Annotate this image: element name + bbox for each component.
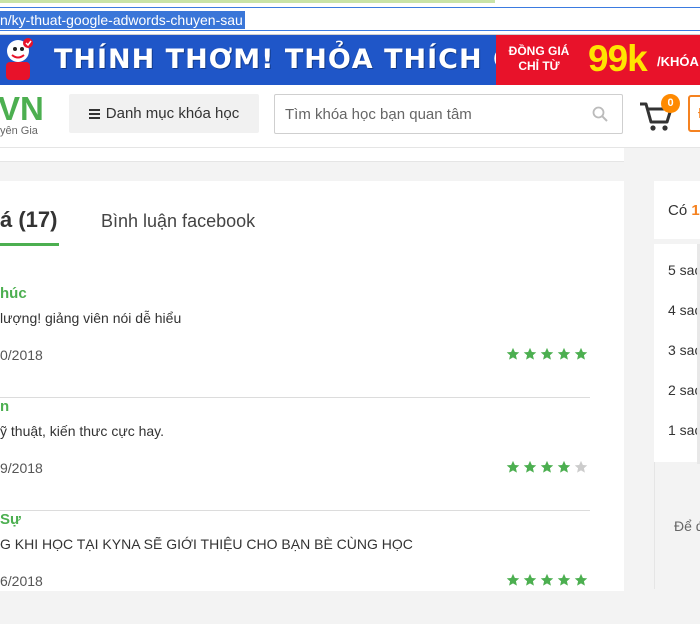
site-logo[interactable]: VN bbox=[0, 90, 44, 128]
star-filled-icon bbox=[540, 460, 554, 473]
tab-reviews[interactable]: á (17) bbox=[0, 207, 57, 233]
star-filled-icon bbox=[523, 573, 537, 586]
review-date: 9/2018 bbox=[0, 460, 43, 476]
promo-caption: ĐỒNG GIÁ CHỈ TỪ bbox=[504, 44, 574, 74]
review-prompt-box: Để đ bbox=[654, 462, 700, 589]
site-logo-tagline: yên Gia bbox=[0, 125, 38, 137]
review-text: ỹ thuật, kiến thưc cực hay. bbox=[0, 423, 165, 439]
star-filled-icon bbox=[574, 573, 588, 586]
site-header: VN yên Gia Danh mục khóa học 0 Đ bbox=[0, 85, 700, 148]
tab-facebook-comments[interactable]: Bình luận facebook bbox=[101, 211, 255, 232]
search-box[interactable] bbox=[274, 94, 623, 134]
review-prompt-text: Để đ bbox=[674, 518, 700, 534]
review-text: lượng! giảng viên nói dễ hiểu bbox=[0, 310, 182, 326]
rating-summary-text: Có 1 bbox=[668, 202, 700, 219]
star-filled-icon bbox=[523, 460, 537, 473]
active-tab-indicator bbox=[0, 243, 59, 246]
search-icon[interactable] bbox=[592, 106, 608, 122]
promo-price: 99k bbox=[588, 38, 648, 79]
rating-row-2[interactable]: 2 sao bbox=[668, 382, 700, 398]
summary-prefix: Có bbox=[668, 202, 692, 219]
rating-row-5[interactable]: 5 sao bbox=[668, 262, 700, 278]
rating-stars bbox=[506, 347, 588, 361]
course-category-label: Danh mục khóa học bbox=[105, 105, 240, 122]
reviews-tabs: á (17) Bình luận facebook bbox=[0, 181, 624, 247]
rating-row-3[interactable]: 3 sao bbox=[668, 342, 700, 358]
star-filled-icon bbox=[523, 347, 537, 360]
star-filled-icon bbox=[557, 460, 571, 473]
promo-unit: /KHÓA bbox=[657, 54, 699, 69]
star-filled-icon bbox=[574, 347, 588, 360]
reviewer-name: Sự bbox=[0, 511, 21, 528]
star-filled-icon bbox=[557, 573, 571, 586]
review-date: 0/2018 bbox=[0, 347, 43, 363]
cart-count-badge: 0 bbox=[661, 94, 680, 113]
search-input[interactable] bbox=[285, 104, 585, 124]
header-shadow-strip bbox=[0, 148, 624, 162]
star-empty-icon bbox=[574, 460, 588, 473]
star-filled-icon bbox=[506, 347, 520, 360]
rating-summary: Có 1 bbox=[654, 181, 700, 239]
star-filled-icon bbox=[557, 347, 571, 360]
reviewer-name: n bbox=[0, 398, 10, 415]
reviewer-name: húc bbox=[0, 285, 27, 302]
reviews-panel: á (17) Bình luận facebook húc lượng! giả… bbox=[0, 181, 624, 591]
course-category-button[interactable]: Danh mục khóa học bbox=[69, 94, 259, 133]
star-filled-icon bbox=[506, 460, 520, 473]
promo-line-1: ĐỒNG GIÁ bbox=[508, 44, 570, 58]
review-item: n ỹ thuật, kiến thưc cực hay. 9/2018 bbox=[0, 398, 590, 511]
mascot-illustration bbox=[0, 35, 40, 85]
rating-row-4[interactable]: 4 sao bbox=[668, 302, 700, 318]
menu-icon bbox=[88, 108, 100, 119]
review-date: 6/2018 bbox=[0, 573, 43, 589]
review-item: Sự G KHI HỌC TẠI KYNA SẼ GIỚI THIỆU CHO … bbox=[0, 511, 590, 624]
rating-stars bbox=[506, 460, 588, 474]
promo-banner[interactable]: THÍNH THƠM! THỎA THÍCH CHỌN ĐỒNG GIÁ CHỈ… bbox=[0, 35, 700, 85]
rating-breakdown: 5 sao 4 sao 3 sao 2 sao 1 sao bbox=[654, 244, 700, 462]
url-field[interactable]: n/ky-thuat-google-adwords-chuyen-sau bbox=[0, 7, 700, 31]
url-text-selected[interactable]: n/ky-thuat-google-adwords-chuyen-sau bbox=[0, 11, 245, 29]
star-filled-icon bbox=[540, 573, 554, 586]
promo-line-2: CHỈ TỪ bbox=[518, 59, 560, 73]
browser-address-bar: n/ky-thuat-google-adwords-chuyen-sau bbox=[0, 0, 700, 35]
review-text: G KHI HỌC TẠI KYNA SẼ GIỚI THIỆU CHO BẠN… bbox=[0, 536, 413, 552]
summary-count: 1 bbox=[691, 202, 700, 219]
login-button[interactable]: Đ bbox=[688, 95, 700, 132]
review-item: húc lượng! giảng viên nói dễ hiểu 0/2018 bbox=[0, 285, 590, 398]
rating-row-1[interactable]: 1 sao bbox=[668, 422, 700, 438]
tab-strip-accent bbox=[0, 0, 495, 3]
rating-stars bbox=[506, 573, 588, 587]
star-filled-icon bbox=[540, 347, 554, 360]
star-filled-icon bbox=[506, 573, 520, 586]
banner-price-badge: ĐỒNG GIÁ CHỈ TỪ 99k /KHÓA bbox=[496, 35, 700, 85]
